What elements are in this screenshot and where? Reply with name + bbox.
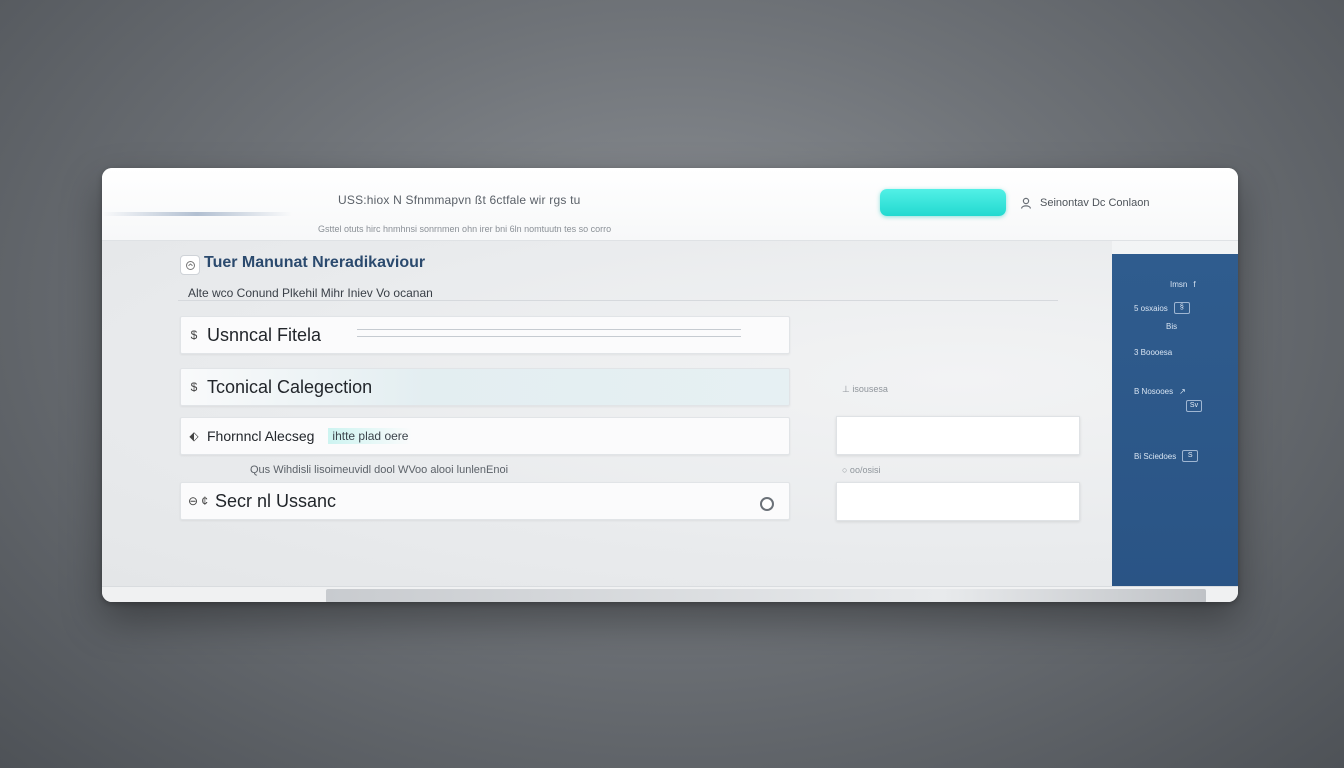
field-1-icon: $	[190, 328, 198, 342]
app-window: USS:hiox N Sfnmmapvn ßt 6ctfale wir rgs …	[102, 168, 1238, 602]
panel-item-3-text: Bis	[1166, 322, 1178, 331]
right-panel: Imsn f 5 osxaios § Bis 3 Boooesa B Nosoo…	[1112, 254, 1238, 588]
field-2-icon: $	[190, 380, 198, 394]
field-4-icon: ⊖ ¢	[187, 494, 209, 508]
field-1[interactable]: $ Usnncal Fitela	[180, 316, 790, 354]
field-1-label: Usnncal Fitela	[207, 324, 322, 345]
panel-item-4-text: 3 Boooesa	[1134, 348, 1173, 357]
helper-text: Qus Wihdisli lisoimeuvidl dool WVoo aloo…	[250, 464, 509, 476]
horizontal-scrollbar[interactable]	[102, 586, 1238, 602]
side-label-2: ○ oo/osisi	[842, 465, 881, 475]
field-3[interactable]: ⬖ Fhornncl Alecseg ihtte plad oere	[180, 417, 790, 455]
panel-item-7-chip: S	[1182, 450, 1199, 462]
primary-action-button[interactable]	[880, 189, 1006, 216]
user-icon	[1020, 197, 1032, 209]
page-title: Tuer Manunat Nreradikaviour	[204, 254, 426, 271]
panel-item-5[interactable]: B Nosooes ↗	[1134, 387, 1186, 396]
topbar-title: USS:hiox N Sfnmmapvn ßt 6ctfale wir rgs …	[338, 193, 581, 207]
page-icon	[180, 255, 200, 275]
side-input-2[interactable]	[836, 482, 1080, 521]
field-1-line	[357, 329, 741, 337]
main-content: Tuer Manunat Nreradikaviour Alte wco Con…	[102, 241, 1112, 586]
panel-item-1-text: Imsn	[1170, 280, 1188, 289]
panel-item-2[interactable]: 5 osxaios §	[1134, 302, 1190, 314]
field-2[interactable]: $ Tconical Calegection	[180, 368, 790, 406]
field-4-label: Secr nl Ussanc	[215, 490, 337, 511]
field-4[interactable]: ⊖ ¢ Secr nl Ussanc	[180, 482, 790, 520]
panel-item-1[interactable]: Imsn f	[1170, 280, 1196, 289]
topbar-subtitle: Gsttel otuts hirc hnmhnsi sonrnmen ohn i…	[318, 224, 612, 234]
panel-item-5-chip: ↗	[1179, 387, 1186, 396]
panel-item-6-chip: Sv	[1186, 400, 1202, 412]
divider	[178, 300, 1058, 301]
panel-item-6[interactable]: Sv	[1186, 400, 1202, 412]
side-label-1: ⊥ isousesa	[842, 384, 888, 394]
user-menu[interactable]: Seinontav Dc Conlaon	[1020, 197, 1149, 209]
side-input-1[interactable]	[836, 416, 1080, 455]
panel-item-5-text: B Nosooes	[1134, 387, 1174, 396]
panel-item-7-text: Bi Sciedoes	[1134, 451, 1177, 461]
panel-item-2-text: 5 osxaios	[1134, 303, 1168, 313]
panel-item-7[interactable]: Bi Sciedoes S	[1134, 450, 1199, 462]
page-subtitle: Alte wco Conund Plkehil Mihr Iniev Vo oc…	[188, 286, 433, 300]
topbar-accent	[102, 212, 292, 216]
radio-button[interactable]	[760, 497, 774, 511]
panel-item-2-chip: §	[1173, 302, 1190, 314]
user-label: Seinontav Dc Conlaon	[1040, 197, 1150, 209]
field-2-label: Tconical Calegection	[207, 376, 373, 397]
panel-item-4[interactable]: 3 Boooesa	[1134, 348, 1172, 357]
panel-item-1-chip: f	[1193, 280, 1196, 289]
panel-item-3[interactable]: Bis	[1166, 322, 1177, 331]
field-3-label: Fhornncl Alecseg	[207, 428, 315, 444]
field-3-icon: ⬖	[189, 429, 199, 443]
scrollbar-thumb[interactable]	[326, 589, 1206, 602]
top-bar: USS:hiox N Sfnmmapvn ßt 6ctfale wir rgs …	[102, 168, 1238, 241]
field-3-hint: ihtte plad oere	[328, 428, 413, 444]
